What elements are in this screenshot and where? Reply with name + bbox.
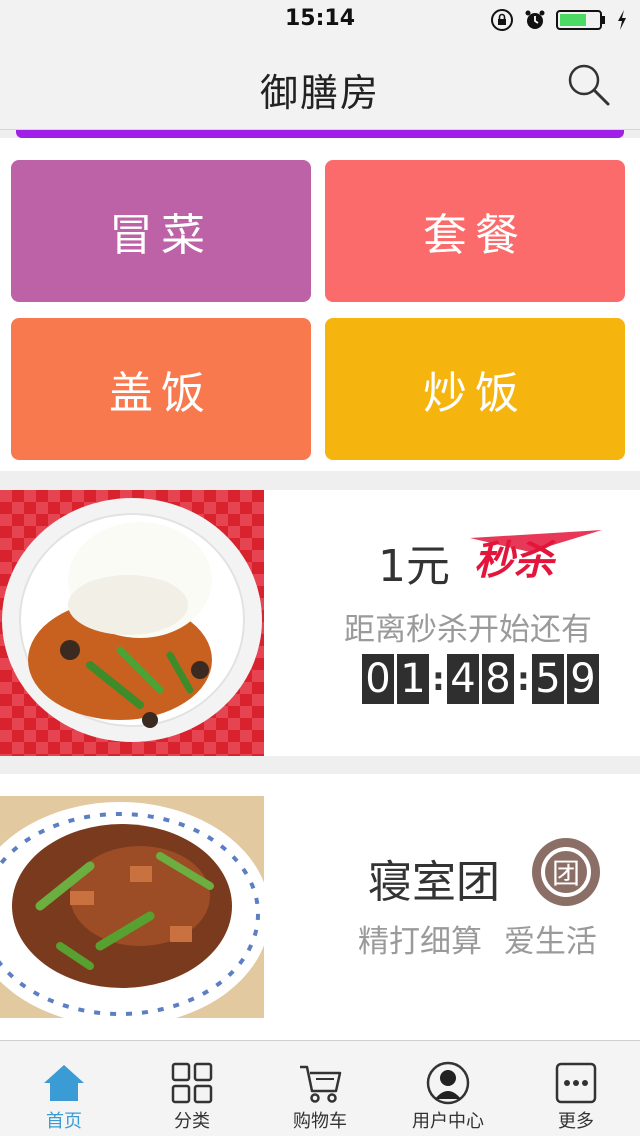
- tab-bar: 首页 分类 购物车 用户中心 更多: [0, 1040, 640, 1136]
- cart-icon: [300, 1065, 342, 1103]
- charging-icon: [618, 10, 626, 30]
- tab-label: 购物车: [293, 1111, 347, 1132]
- user-icon: [426, 1061, 470, 1105]
- flash-sale-logo-text: 秒杀: [474, 538, 556, 580]
- tab-label: 用户中心: [412, 1111, 484, 1132]
- category-tile-set-meal[interactable]: 套餐: [325, 160, 625, 302]
- home-icon: [44, 1065, 84, 1101]
- category-label: 套餐: [423, 210, 527, 261]
- category-label: 盖饭: [109, 368, 213, 419]
- group-badge-icon: 团: [532, 838, 600, 906]
- battery-icon: [556, 10, 605, 30]
- tab-label: 更多: [558, 1111, 594, 1132]
- flash-sale-food-image: [0, 490, 264, 756]
- grid-icon: [171, 1062, 213, 1104]
- tab-label: 首页: [46, 1111, 82, 1132]
- countdown-digit: 4: [447, 654, 479, 704]
- group-buy-title: 寝室团: [368, 857, 500, 908]
- search-icon[interactable]: [566, 62, 612, 108]
- tab-user-center[interactable]: 用户中心: [384, 1041, 512, 1136]
- countdown-digit: 0: [362, 654, 394, 704]
- countdown-digit: 8: [482, 654, 514, 704]
- category-tile-rice-bowl[interactable]: 盖饭: [11, 318, 311, 460]
- countdown-timer: 0 1 : 4 8 : 5 9: [362, 654, 602, 704]
- flash-sale-card[interactable]: 1元 秒杀 距离秒杀开始还有 0 1 : 4 8 : 5 9: [0, 490, 640, 756]
- category-tile-maocai[interactable]: 冒菜: [11, 160, 311, 302]
- tab-more[interactable]: 更多: [512, 1041, 640, 1136]
- banner-strip[interactable]: [16, 130, 624, 138]
- tab-home[interactable]: 首页: [0, 1041, 128, 1136]
- tab-categories[interactable]: 分类: [128, 1041, 256, 1136]
- countdown-digit: 9: [567, 654, 599, 704]
- page-title: 御膳房: [259, 71, 380, 115]
- group-buy-subtitle: 精打细算 爱生活: [358, 924, 597, 960]
- category-label: 冒菜: [109, 210, 213, 261]
- alarm-icon: [525, 10, 545, 29]
- flash-sale-logo: 秒杀: [470, 530, 602, 580]
- navigation-bar: 御膳房: [0, 40, 640, 130]
- status-bar: 15:14: [0, 0, 640, 40]
- more-icon: [555, 1062, 597, 1104]
- group-buy-card[interactable]: 寝室团 团 精打细算 爱生活: [0, 774, 640, 1040]
- flash-sale-subtitle: 距离秒杀开始还有: [344, 612, 592, 648]
- tab-cart[interactable]: 购物车: [256, 1041, 384, 1136]
- category-tile-fried-rice[interactable]: 炒饭: [325, 318, 625, 460]
- category-grid: 冒菜 套餐 盖饭 炒饭: [0, 138, 640, 471]
- rotation-lock-icon: [491, 9, 513, 31]
- countdown-digit: 5: [532, 654, 564, 704]
- category-label: 炒饭: [423, 368, 527, 419]
- countdown-separator: :: [432, 660, 445, 698]
- countdown-separator: :: [517, 660, 530, 698]
- countdown-digit: 1: [397, 654, 429, 704]
- tab-label: 分类: [174, 1111, 210, 1132]
- status-icons: [490, 8, 628, 32]
- flash-sale-price: 1元: [378, 541, 450, 592]
- group-badge-label: 团: [541, 847, 591, 897]
- group-buy-food-image: [0, 796, 264, 1018]
